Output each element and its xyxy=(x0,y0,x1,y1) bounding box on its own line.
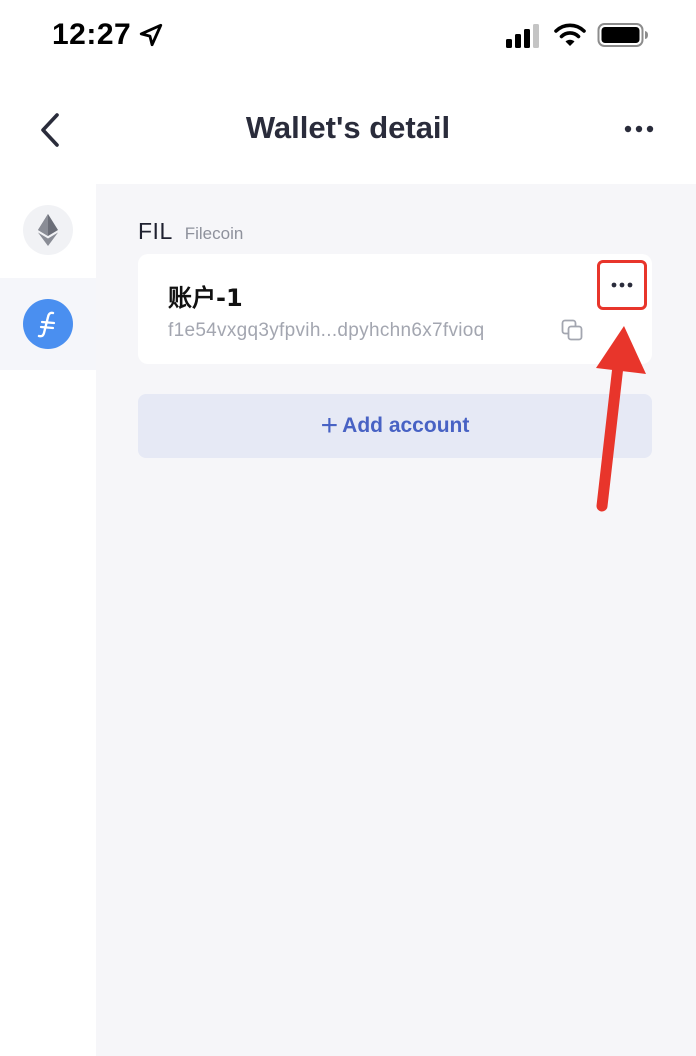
add-account-button[interactable]: + Add account xyxy=(138,394,652,458)
account-list-panel: FIL Filecoin 账户-1 f1e54vxgq3yfpvih...dpy… xyxy=(96,184,696,1056)
wifi-icon xyxy=(554,23,586,46)
chain-name: Filecoin xyxy=(184,224,244,243)
add-account-label: Add account xyxy=(342,414,470,437)
account-more-button[interactable] xyxy=(597,260,647,310)
chain-item-filecoin[interactable] xyxy=(0,278,96,370)
ethereum-icon xyxy=(23,205,73,255)
chain-item-ethereum[interactable] xyxy=(0,184,96,276)
wallet-detail-screen: 12:27 Wallet's detail FIL Filecoin 账户-1 … xyxy=(0,0,696,1056)
account-card[interactable]: 账户-1 f1e54vxgq3yfpvih...dpyhchn6x7fvioq xyxy=(138,254,652,364)
header: Wallet's detail xyxy=(0,90,696,166)
page-title: Wallet's detail xyxy=(245,110,451,145)
plus-icon: + xyxy=(320,409,339,442)
battery-icon xyxy=(597,23,648,47)
annotation-arrow xyxy=(596,326,646,512)
account-address: f1e54vxgq3yfpvih...dpyhchn6x7fvioq xyxy=(168,320,485,341)
location-arrow-icon xyxy=(139,23,163,47)
chain-rail xyxy=(0,184,96,1056)
chain-symbol: FIL xyxy=(138,218,173,244)
more-horizontal-icon xyxy=(611,282,633,288)
chain-section-header: FIL Filecoin xyxy=(138,218,243,245)
header-more-button[interactable] xyxy=(618,114,660,144)
signal-icon xyxy=(506,24,539,48)
more-horizontal-icon xyxy=(624,125,654,133)
copy-icon[interactable] xyxy=(561,319,583,341)
filecoin-icon xyxy=(23,299,73,349)
status-time: 12:27 xyxy=(52,18,132,51)
status-bar: 12:27 xyxy=(0,0,696,72)
account-name: 账户-1 xyxy=(168,284,243,312)
